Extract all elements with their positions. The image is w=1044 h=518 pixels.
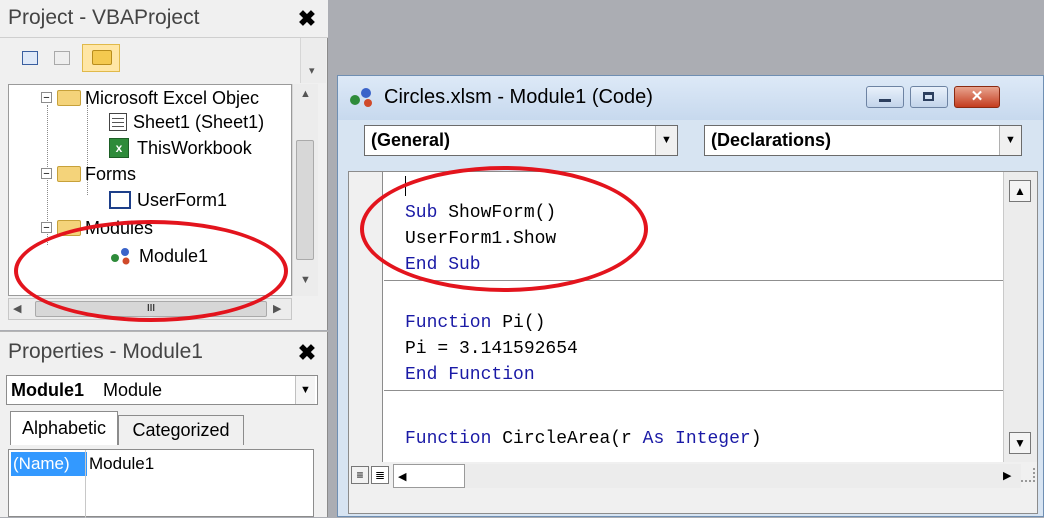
code-line[interactable]: Function Pi() [405,310,578,336]
chevron-right-icon[interactable]: ▶ [273,302,281,315]
properties-tabs: Alphabetic Categorized [0,411,328,449]
project-panel-titlebar[interactable]: Project - VBAProject ✖ [0,0,328,38]
red-annotation-ellipse [360,166,648,292]
object-dropdown[interactable]: (General) ▼ [364,125,678,156]
code-bottom-bar: ≡ ≣ ◀ ▶ [349,462,1037,513]
tree-item-label: Microsoft Excel Objec [85,88,260,108]
procedure-dropdown[interactable]: (Declarations) ▼ [704,125,1022,156]
properties-title: Properties - Module1 [8,340,203,363]
tree-item-label: Sheet1 (Sheet1) [133,112,265,132]
chevron-down-icon[interactable]: ▼ [999,126,1021,155]
worksheet-icon [109,113,127,131]
code-vertical-scrollbar[interactable]: ▲ ▼ [1003,172,1037,462]
code-line[interactable]: End Function [405,362,578,388]
chevron-down-icon[interactable]: ▼ [300,274,311,286]
tree-item-label: Forms [85,164,136,184]
folder-icon [57,166,81,182]
chevron-left-icon[interactable]: ◀ [398,470,406,483]
folder-icon [92,50,112,65]
view-code-button[interactable] [18,46,42,70]
code-line[interactable]: Pi = 3.141592654 [405,336,578,362]
restore-button[interactable] [910,86,948,108]
collapse-icon[interactable]: − [41,92,52,104]
tab-alphabetic[interactable]: Alphabetic [10,411,118,445]
property-row[interactable]: (Name) Module1 [11,452,311,476]
tab-categorized[interactable]: Categorized [118,415,244,445]
project-explorer-panel: Project - VBAProject ✖ ▾ − Microsoft Exc… [0,0,328,330]
procedure-dropdown-value: (Declarations) [711,130,832,150]
view-object-button[interactable] [50,46,74,70]
property-value[interactable]: Module1 [89,452,154,476]
code-window: Circles.xlsm - Module1 (Code) ✕ (General… [337,75,1044,517]
chevron-down-icon[interactable]: ▼ [1009,432,1031,454]
code-window-titlebar[interactable]: Circles.xlsm - Module1 (Code) ✕ [338,76,1043,120]
close-icon[interactable]: ✖ [296,342,318,364]
procedure-block: Function CircleArea(r As Integer) [405,426,762,452]
procedure-block: Function Pi() Pi = 3.141592654 End Funct… [405,310,578,388]
horizontal-scrollbar[interactable]: ◀ [393,464,465,488]
workbook-icon: x [109,138,129,158]
procedure-view-icon[interactable]: ≡ [351,466,369,484]
project-panel-title: Project - VBAProject [8,6,200,29]
chevron-up-icon[interactable]: ▲ [1009,180,1031,202]
tree-item-label: ThisWorkbook [137,138,252,158]
minimize-button[interactable] [866,86,904,108]
grid-divider [85,450,86,518]
close-button[interactable]: ✕ [954,86,1000,108]
toolbar-overflow[interactable]: ▾ [300,38,326,83]
procedure-separator [384,390,1003,391]
chevron-up-icon[interactable]: ▲ [300,88,311,100]
chevron-down-icon: ▾ [309,65,315,77]
code-window-title: Circles.xlsm - Module1 (Code) [384,86,653,108]
module-icon [350,88,372,107]
properties-grid: (Name) Module1 [8,449,314,518]
horizontal-scroll-track[interactable]: ▶ [465,464,1021,488]
chevron-left-icon[interactable]: ◀ [13,302,21,315]
code-line[interactable]: Function CircleArea(r As Integer) [405,426,762,452]
object-name: Module1 [11,380,85,400]
folder-icon [57,90,81,106]
properties-titlebar[interactable]: Properties - Module1 ✖ [0,331,328,369]
restore-icon [923,92,934,101]
toggle-folders-button[interactable] [82,44,120,72]
object-dropdown-value: (General) [371,130,451,150]
object-type: Module [103,380,163,400]
chevron-down-icon[interactable]: ▼ [295,376,315,404]
full-module-view-icon[interactable]: ≣ [371,466,389,484]
chevron-right-icon[interactable]: ▶ [1003,469,1011,482]
view-object-icon [54,51,70,65]
red-annotation-ellipse [14,220,288,322]
object-selector[interactable]: Module1 Module ▼ [6,375,318,405]
view-code-icon [22,51,38,65]
collapse-icon[interactable]: − [41,222,52,234]
scrollbar-thumb[interactable] [296,140,314,260]
chevron-down-icon[interactable]: ▼ [655,126,677,155]
tree-item-label: UserForm1 [137,190,228,210]
close-icon: ✕ [970,88,984,105]
tree-vertical-scrollbar[interactable]: ▲ ▼ [292,84,318,296]
properties-panel: Properties - Module1 ✖ Module1 Module ▼ … [0,331,328,518]
userform-icon [109,191,131,209]
collapse-icon[interactable]: − [41,168,52,180]
resize-grip-icon[interactable] [1021,468,1035,482]
property-name: (Name) [11,452,87,476]
close-icon[interactable]: ✖ [296,8,318,30]
minimize-icon [879,99,891,102]
